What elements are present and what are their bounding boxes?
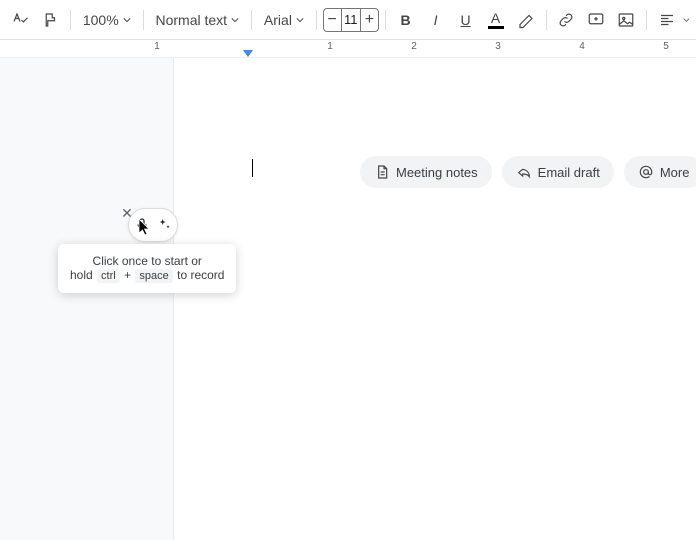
insert-link-button[interactable] — [552, 6, 580, 34]
styles-dropdown[interactable]: Normal text — [150, 6, 246, 34]
text-color-bar — [488, 26, 504, 29]
add-comment-button[interactable] — [582, 6, 610, 34]
separator — [143, 10, 144, 30]
text-cursor — [252, 159, 253, 177]
ruler-label: 5 — [663, 41, 669, 52]
spellcheck-button[interactable] — [6, 6, 34, 34]
chip-meeting-notes[interactable]: Meeting notes — [360, 156, 492, 188]
zoom-dropdown[interactable]: 100% — [77, 6, 137, 34]
bold-button[interactable]: B — [392, 6, 420, 34]
zoom-value: 100% — [83, 12, 119, 28]
ruler-label: 1 — [154, 41, 160, 52]
toolbar: 100% Normal text Arial − 11 + B I U A — [0, 0, 696, 40]
insert-image-button[interactable] — [612, 6, 640, 34]
highlight-button[interactable] — [512, 6, 540, 34]
close-icon[interactable]: ✕ — [120, 206, 134, 220]
increase-font-size-button[interactable]: + — [361, 9, 378, 31]
decrease-font-size-button[interactable]: − — [324, 9, 341, 31]
caret-down-icon[interactable] — [683, 16, 690, 24]
suggestion-chips: Meeting notes Email draft More — [360, 156, 696, 188]
kbd-space: space — [135, 269, 172, 283]
separator — [70, 10, 71, 30]
reply-icon — [516, 164, 532, 180]
text-color-button[interactable]: A — [482, 6, 510, 34]
align-button[interactable] — [653, 6, 681, 34]
font-label: Arial — [264, 12, 292, 28]
separator — [316, 10, 317, 30]
ruler-label: 2 — [411, 41, 417, 52]
kbd-ctrl: ctrl — [97, 269, 120, 283]
separator — [251, 10, 252, 30]
chip-label: More — [660, 165, 690, 180]
chip-label: Meeting notes — [396, 165, 478, 180]
caret-down-icon — [231, 16, 239, 24]
ruler-label: 1 — [327, 41, 333, 52]
separator — [385, 10, 386, 30]
ruler-label: 4 — [579, 41, 585, 52]
document-icon — [374, 164, 390, 180]
text-color-letter: A — [491, 11, 500, 25]
chip-more[interactable]: More — [624, 156, 696, 188]
tooltip-line1: Click once to start or — [70, 254, 224, 268]
voice-tooltip: Click once to start or hold ctrl + space… — [58, 244, 236, 293]
at-icon — [638, 164, 654, 180]
chip-label: Email draft — [538, 165, 600, 180]
font-size-value[interactable]: 11 — [341, 9, 361, 31]
separator — [646, 10, 647, 30]
italic-button[interactable]: I — [422, 6, 450, 34]
chip-email-draft[interactable]: Email draft — [502, 156, 614, 188]
caret-down-icon — [123, 16, 131, 24]
separator — [546, 10, 547, 30]
font-dropdown[interactable]: Arial — [258, 6, 310, 34]
ruler-label: 3 — [495, 41, 501, 52]
styles-label: Normal text — [156, 12, 228, 28]
sparkle-icon — [156, 217, 172, 233]
ruler-track: 1 2 3 4 5 — [173, 40, 696, 57]
document-page[interactable] — [173, 58, 696, 540]
paint-format-button[interactable] — [36, 6, 64, 34]
microphone-icon — [134, 217, 150, 233]
workspace: Meeting notes Email draft More ✕ Click o… — [0, 58, 696, 540]
font-size-group: − 11 + — [323, 8, 379, 32]
caret-down-icon — [296, 16, 304, 24]
tooltip-line2: hold ctrl + space to record — [70, 268, 224, 283]
ruler[interactable]: 1 1 2 3 4 5 — [0, 40, 696, 58]
voice-input-widget[interactable] — [128, 208, 178, 242]
underline-button[interactable]: U — [452, 6, 480, 34]
